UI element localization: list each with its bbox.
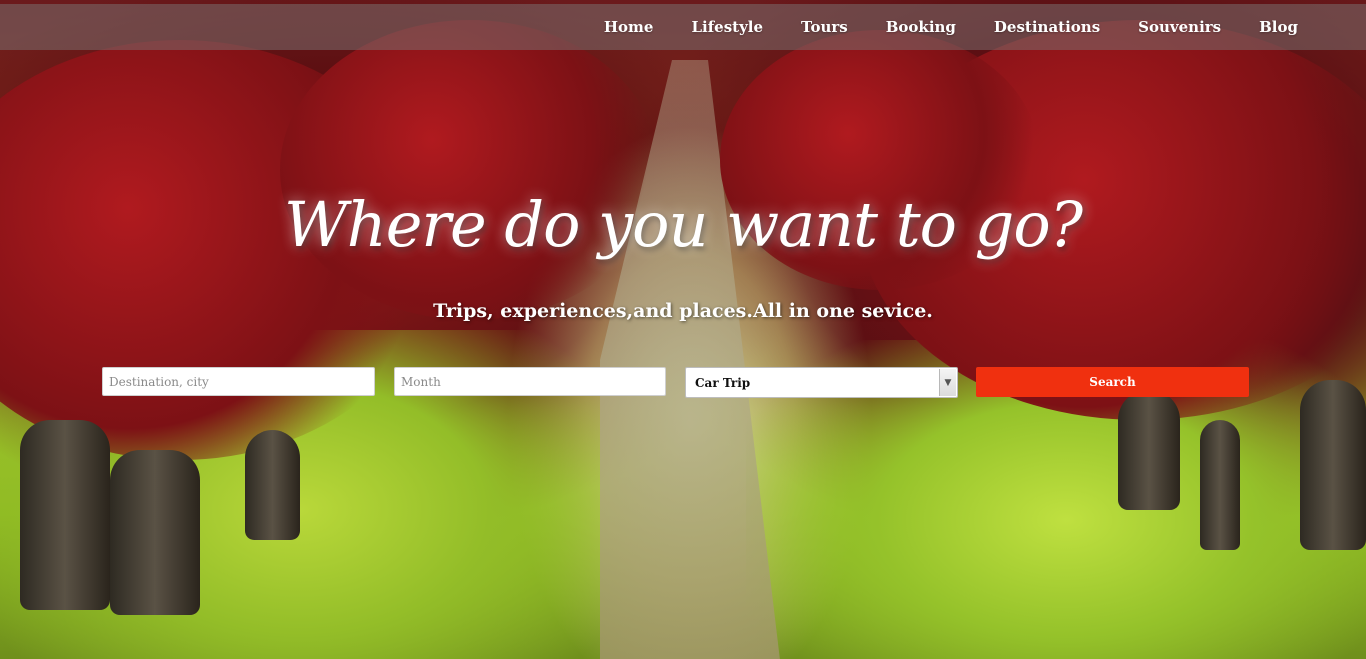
tree-trunk-right-2: [1200, 420, 1240, 550]
chevron-down-icon[interactable]: ▼: [939, 369, 956, 396]
nav-item-booking[interactable]: Booking: [867, 18, 975, 36]
nav-item-souvenirs[interactable]: Souvenirs: [1119, 18, 1240, 36]
nav-item-lifestyle[interactable]: Lifestyle: [672, 18, 782, 36]
search-button[interactable]: Search: [976, 367, 1249, 397]
tree-trunk-right: [1118, 390, 1180, 510]
destination-input[interactable]: [102, 367, 375, 396]
trip-type-select[interactable]: Car Trip ▼: [685, 367, 958, 398]
tree-trunk-left-2: [110, 450, 200, 615]
month-input[interactable]: [394, 367, 666, 396]
hero-background: Home Lifestyle Tours Booking Destination…: [0, 0, 1366, 659]
nav-item-destinations[interactable]: Destinations: [975, 18, 1119, 36]
tree-trunk-left-3: [245, 430, 300, 540]
hero-headline: Where do you want to go?: [284, 188, 1083, 261]
hero-subheadline: Trips, experiences,and places.All in one…: [433, 300, 933, 322]
nav-item-tours[interactable]: Tours: [782, 18, 867, 36]
nav-item-blog[interactable]: Blog: [1240, 18, 1317, 36]
tree-trunk-left: [20, 420, 110, 610]
search-form: Car Trip ▼ Search: [102, 367, 1250, 398]
tree-foliage-left-2: [280, 20, 660, 320]
top-navbar: Home Lifestyle Tours Booking Destination…: [0, 4, 1366, 50]
tree-trunk-right-3: [1300, 380, 1366, 550]
nav-menu: Home Lifestyle Tours Booking Destination…: [585, 4, 1317, 50]
trip-type-selected-value: Car Trip: [695, 375, 751, 390]
nav-item-home[interactable]: Home: [585, 18, 673, 36]
